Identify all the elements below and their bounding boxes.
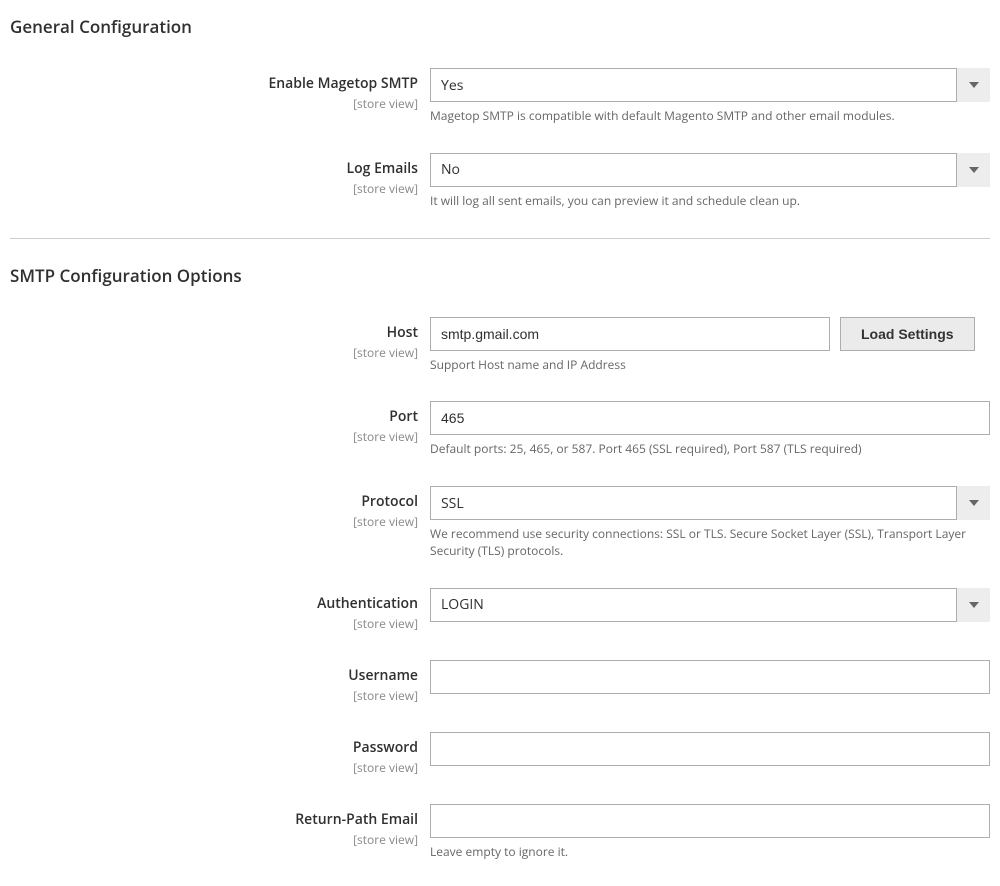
- protocol-select[interactable]: SSL: [430, 486, 990, 520]
- section-title-general: General Configuration: [10, 15, 990, 38]
- scope-label: [store view]: [10, 759, 418, 776]
- field-username: Username [store view]: [10, 660, 990, 704]
- field-port: Port [store view] Default ports: 25, 465…: [10, 401, 990, 458]
- field-enable-smtp: Enable Magetop SMTP [store view] Yes Mag…: [10, 68, 990, 125]
- field-label: Return-Path Email: [10, 810, 418, 829]
- field-note: Magetop SMTP is compatible with default …: [430, 108, 990, 125]
- scope-label: [store view]: [10, 428, 418, 445]
- scope-label: [store view]: [10, 344, 418, 361]
- scope-label: [store view]: [10, 513, 418, 530]
- host-input[interactable]: [430, 317, 830, 351]
- field-host: Host [store view] Load Settings Support …: [10, 317, 990, 374]
- field-note: We recommend use security connections: S…: [430, 526, 990, 560]
- field-label: Username: [10, 666, 418, 685]
- log-emails-select[interactable]: No: [430, 153, 990, 187]
- port-input[interactable]: [430, 401, 990, 435]
- scope-label: [store view]: [10, 180, 418, 197]
- field-log-emails: Log Emails [store view] No It will log a…: [10, 153, 990, 210]
- return-path-input[interactable]: [430, 804, 990, 838]
- scope-label: [store view]: [10, 687, 418, 704]
- field-protocol: Protocol [store view] SSL We recommend u…: [10, 486, 990, 560]
- field-note: Support Host name and IP Address: [430, 357, 990, 374]
- field-note: Default ports: 25, 465, or 587. Port 465…: [430, 441, 990, 458]
- field-note: Leave empty to ignore it.: [430, 844, 990, 861]
- field-label: Host: [10, 323, 418, 342]
- scope-label: [store view]: [10, 831, 418, 848]
- authentication-select[interactable]: LOGIN: [430, 588, 990, 622]
- field-note: It will log all sent emails, you can pre…: [430, 193, 990, 210]
- enable-smtp-select[interactable]: Yes: [430, 68, 990, 102]
- scope-label: [store view]: [10, 615, 418, 632]
- scope-label: [store view]: [10, 95, 418, 112]
- field-authentication: Authentication [store view] LOGIN: [10, 588, 990, 632]
- password-input[interactable]: [430, 732, 990, 766]
- field-label: Enable Magetop SMTP: [10, 74, 418, 93]
- field-label: Log Emails: [10, 159, 418, 178]
- section-divider: [10, 238, 990, 239]
- field-label: Port: [10, 407, 418, 426]
- load-settings-button[interactable]: Load Settings: [840, 317, 975, 351]
- field-password: Password [store view]: [10, 732, 990, 776]
- field-label: Protocol: [10, 492, 418, 511]
- section-title-smtp: SMTP Configuration Options: [10, 264, 990, 287]
- field-label: Authentication: [10, 594, 418, 613]
- field-label: Password: [10, 738, 418, 757]
- field-return-path: Return-Path Email [store view] Leave emp…: [10, 804, 990, 861]
- username-input[interactable]: [430, 660, 990, 694]
